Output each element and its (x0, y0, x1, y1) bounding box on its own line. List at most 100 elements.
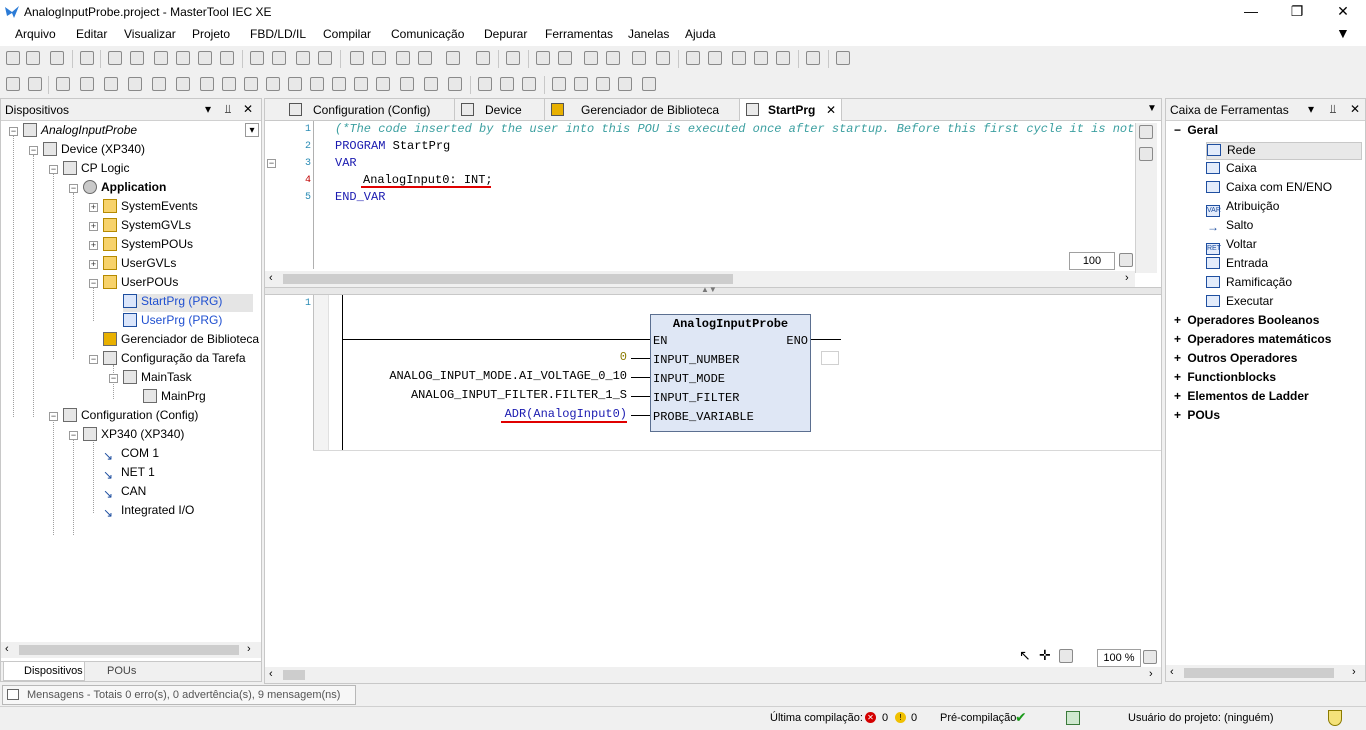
toolbox-group-matematicos[interactable]: + Operadores matemáticos (1174, 332, 1331, 350)
stop-icon[interactable] (606, 51, 620, 65)
tree-expander[interactable]: − (49, 165, 58, 174)
update-params-icon[interactable] (642, 77, 656, 91)
branch-end-icon[interactable] (596, 77, 610, 91)
input-mode-value[interactable]: ANALOG_INPUT_MODE.AI_VOLTAGE_0_10 (389, 369, 627, 383)
toolbox-group-functionblocks[interactable]: + Functionblocks (1174, 370, 1276, 388)
contact-negated-icon[interactable] (104, 77, 118, 91)
negate-icon[interactable] (478, 77, 492, 91)
tree-expander[interactable]: + (89, 222, 98, 231)
tree-userpous[interactable]: UserPOUs (103, 275, 178, 293)
tree-systemgvls[interactable]: SystemGVLs (103, 218, 191, 236)
declaration-hscrollbar[interactable]: ‹ › (265, 271, 1135, 287)
maximize-button[interactable]: ❐ (1274, 0, 1320, 24)
declaration-zoom[interactable]: 100 (1069, 252, 1115, 270)
tree-integrated-io[interactable]: ↘ Integrated I/O (103, 503, 194, 521)
tree-systempous[interactable]: SystemPOUs (103, 237, 193, 255)
redo-icon[interactable] (130, 51, 144, 65)
run-to-cursor-icon[interactable] (754, 51, 768, 65)
tab-device[interactable]: Device (455, 99, 545, 121)
coil-set-icon[interactable] (176, 77, 190, 91)
input-filter-value[interactable]: ANALOG_INPUT_FILTER.FILTER_1_S (411, 388, 627, 402)
paste-icon[interactable] (198, 51, 212, 65)
menu-overflow-icon[interactable]: ▼ (1336, 25, 1350, 41)
branch-start-icon[interactable] (574, 77, 588, 91)
devices-hscrollbar[interactable]: ‹ › (1, 642, 261, 658)
tree-expander[interactable]: − (69, 184, 78, 193)
tree-xp340[interactable]: XP340 (XP340) (83, 427, 184, 445)
insert-branch-icon[interactable] (448, 77, 462, 91)
save-icon[interactable] (50, 51, 64, 65)
fbd-hscrollbar[interactable]: ‹ › (265, 667, 1161, 683)
tree-project[interactable]: AnalogInputProbe (23, 123, 137, 141)
find-replace-icon[interactable] (272, 51, 286, 65)
messages-tab[interactable]: Mensagens - Totais 0 erro(s), 0 advertên… (2, 685, 356, 705)
menu-editar[interactable]: Editar (76, 27, 107, 41)
find-previous-icon[interactable] (318, 51, 332, 65)
tree-net1[interactable]: ↘ NET 1 (103, 465, 155, 483)
tab-pous[interactable]: POUs (87, 662, 147, 681)
text-view-icon[interactable] (1139, 125, 1153, 139)
toolbox-group-pous[interactable]: + POUs (1174, 408, 1220, 426)
toolbox-item-voltar[interactable]: RET Voltar (1206, 237, 1257, 255)
fbd-editor[interactable]: 1 AnalogInputProbe EN ENO INPUT_NUMBER I… (265, 295, 1161, 665)
online-status-icon[interactable] (1066, 711, 1080, 725)
tree-device[interactable]: Device (XP340) (43, 142, 145, 160)
insert-jump-icon[interactable] (354, 77, 368, 91)
insert-input-icon[interactable] (310, 77, 324, 91)
step-into-icon[interactable] (708, 51, 722, 65)
toolbox-item-entrada[interactable]: Entrada (1206, 256, 1268, 274)
menu-ajuda[interactable]: Ajuda (685, 27, 716, 41)
parallel-contact-icon[interactable] (128, 77, 142, 91)
insert-output-icon[interactable] (332, 77, 346, 91)
tree-configuration[interactable]: Configuration (Config) (63, 408, 198, 426)
network-icon[interactable] (6, 77, 20, 91)
tree-com1[interactable]: ↘ COM 1 (103, 446, 159, 464)
tree-expander[interactable]: − (69, 431, 78, 440)
set-next-statement-icon[interactable] (776, 51, 790, 65)
tab-dispositivos[interactable]: Dispositivos (3, 662, 85, 681)
network-after-icon[interactable] (28, 77, 42, 91)
tree-maintask[interactable]: MainTask (123, 370, 192, 388)
zoom-icon[interactable] (1143, 650, 1157, 664)
bookmark-clear-icon[interactable] (418, 51, 432, 65)
coil-icon[interactable] (152, 77, 166, 91)
minimize-button[interactable]: — (1228, 0, 1274, 24)
panel-menu-icon[interactable]: ▾ (1304, 102, 1318, 116)
branch-close-icon[interactable] (618, 77, 632, 91)
menu-fbd[interactable]: FBD/LD/IL (250, 27, 306, 41)
panel-close-icon[interactable]: ✕ (241, 102, 255, 116)
tree-expander[interactable]: + (89, 203, 98, 212)
shield-icon[interactable] (1328, 710, 1342, 726)
tree-usergvls[interactable]: UserGVLs (103, 256, 176, 274)
menu-visualizar[interactable]: Visualizar (124, 27, 176, 41)
cut-icon[interactable] (154, 51, 168, 65)
fold-icon[interactable]: − (267, 159, 276, 168)
pin-icon[interactable]: ⫫ (221, 102, 235, 116)
table-view-icon[interactable] (1139, 147, 1153, 161)
tree-dropdown-icon[interactable]: ▾ (245, 123, 259, 137)
write-values-icon[interactable] (836, 51, 850, 65)
tree-expander[interactable]: − (49, 412, 58, 421)
tree-task-config[interactable]: Configuração da Tarefa (103, 351, 246, 369)
tab-list-icon[interactable]: ▼ (1147, 103, 1157, 114)
undo-icon[interactable] (108, 51, 122, 65)
toolbox-group-geral[interactable]: − Geral (1174, 123, 1218, 141)
toolbox-item-salto[interactable]: → Salto (1206, 218, 1253, 236)
step-over-icon[interactable] (686, 51, 700, 65)
tree-expander[interactable]: + (89, 241, 98, 250)
probe-variable-value[interactable]: ADR(AnalogInput0) (505, 407, 627, 421)
tree-expander[interactable]: − (89, 279, 98, 288)
edge-detect-icon[interactable] (500, 77, 514, 91)
compile-icon[interactable] (506, 51, 520, 65)
menu-projeto[interactable]: Projeto (192, 27, 230, 41)
declaration-editor[interactable]: 1 2 3 4 5 − (*The code inserted by the u… (265, 121, 1161, 291)
toolbox-group-outros[interactable]: + Outros Operadores (1174, 351, 1297, 369)
step-out-icon[interactable] (732, 51, 746, 65)
insert-return-icon[interactable] (424, 77, 438, 91)
open-file-icon[interactable] (26, 51, 40, 65)
tree-expander[interactable]: − (109, 374, 118, 383)
box-icon[interactable] (266, 77, 280, 91)
tree-startprg[interactable]: StartPrg (PRG) (123, 294, 253, 312)
coil-reset-icon[interactable] (200, 77, 214, 91)
pan-icon[interactable]: ✛ (1039, 648, 1053, 663)
